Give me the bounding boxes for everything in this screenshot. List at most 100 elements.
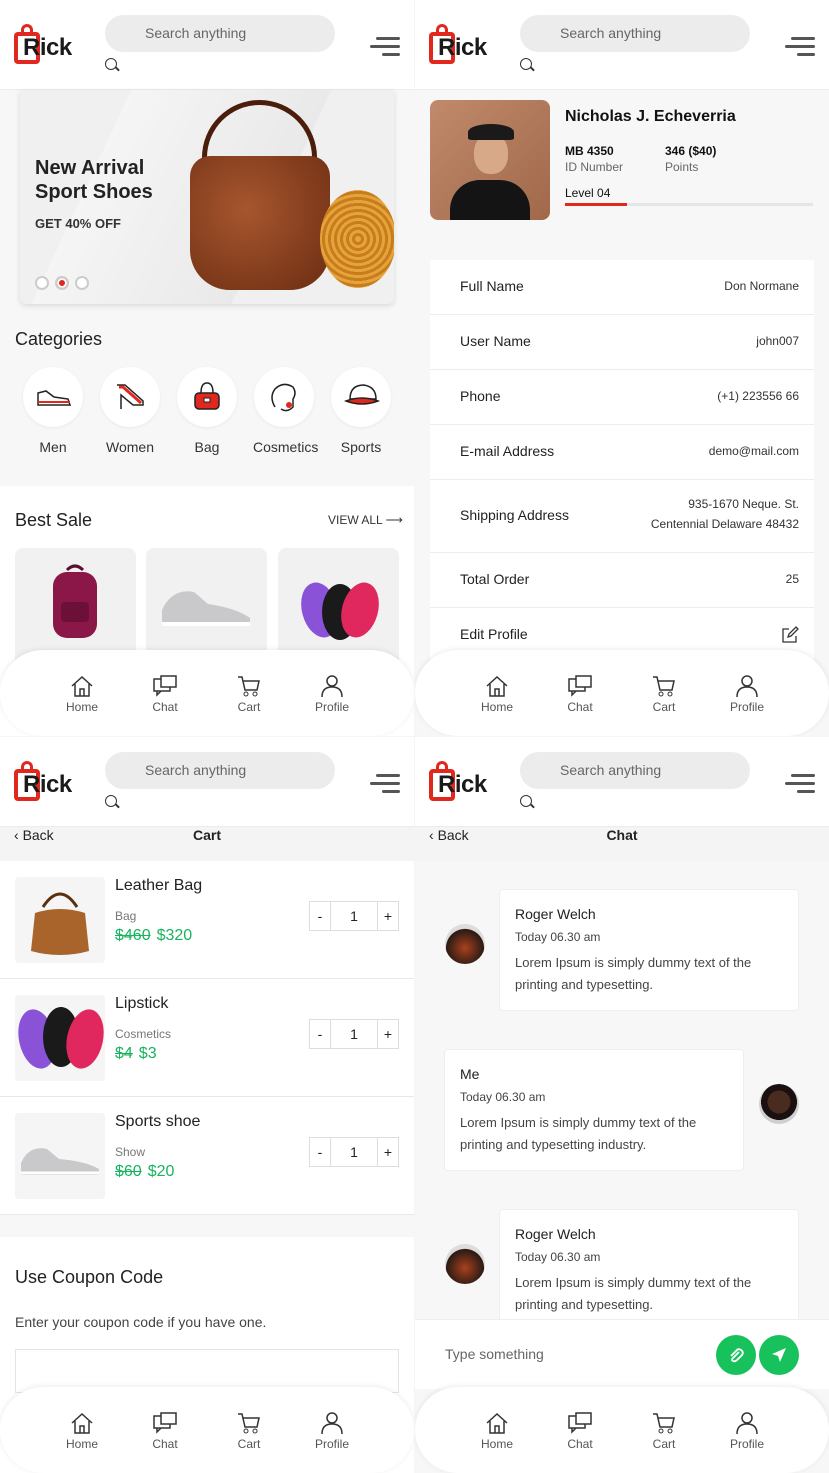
quantity-value[interactable]: 1 [330,1138,378,1166]
hamburger-menu-icon[interactable] [370,37,400,57]
profile-row-email: E-mail Address demo@mail.com [430,425,814,480]
category-men[interactable]: Men [22,367,84,455]
nav-cart[interactable]: Cart [639,1411,689,1451]
decrement-button[interactable]: - [310,1138,330,1166]
message-time: Today 06.30 am [515,1250,601,1264]
item-category: Show [115,1145,146,1159]
message-input[interactable]: Type something [445,1346,544,1362]
nav-profile[interactable]: Profile [722,674,772,714]
nav-profile[interactable]: Profile [307,674,357,714]
nav-home[interactable]: Home [57,1411,107,1451]
search-icon[interactable] [105,58,117,70]
quantity-value[interactable]: 1 [330,902,378,930]
category-cosmetics[interactable]: Cosmetics [253,367,319,455]
carousel-dot-active[interactable] [55,276,69,290]
screens-grid: Rick Search anything New Arrival Sport S… [0,0,829,1473]
sender-name: Roger Welch [515,906,596,922]
search-icon[interactable] [520,795,532,807]
nav-home[interactable]: Home [57,674,107,714]
id-number-stat: MB 4350 ID Number [565,144,624,174]
edit-icon[interactable] [781,626,799,644]
profile-screen: Rick Search anything Nicholas J. Echever… [415,0,829,736]
shoe-icon [23,367,83,427]
page-title: Cart [192,827,221,843]
message-text: Lorem Ipsum is simply dummy text of the … [515,955,752,992]
best-sale-title: Best Sale [15,510,93,530]
search-input[interactable]: Search anything [105,752,335,789]
search-input[interactable]: Search anything [105,15,335,52]
attach-button[interactable] [716,1335,756,1375]
nav-home[interactable]: Home [472,674,522,714]
logo[interactable]: Rick [429,24,489,68]
cart-screen: Rick Search anything ‹ Back Cart Leather… [0,737,414,1473]
backpack-image [53,564,97,638]
item-price: $460 $320 [115,927,193,944]
quantity-value[interactable]: 1 [330,1020,378,1048]
points-stat: 346 ($40) Points [665,144,717,174]
message-text: Lorem Ipsum is simply dummy text of the … [460,1115,697,1152]
cart-icon [653,676,675,697]
search-input[interactable]: Search anything [520,15,750,52]
banner-subtitle: GET 40% OFF [35,216,121,231]
nav-label: Home [480,700,513,714]
bottom-nav: Home Chat Cart Profile [0,650,414,736]
level-label: Level 04 [565,186,611,200]
category-women[interactable]: Women [99,367,161,455]
nav-label: Cart [652,700,676,714]
logo[interactable]: Rick [429,761,489,805]
avatar [759,1084,799,1124]
send-button[interactable] [759,1335,799,1375]
nav-profile[interactable]: Profile [722,1411,772,1451]
search-icon[interactable] [105,795,117,807]
straw-bag-image [320,190,394,288]
profile-avatar [430,100,550,220]
app-header: Rick Search anything [0,737,414,827]
nav-cart[interactable]: Cart [224,674,274,714]
decrement-button[interactable]: - [310,1020,330,1048]
carousel-dot[interactable] [35,276,49,290]
search-input[interactable]: Search anything [520,752,750,789]
level-progress-fill [565,203,627,206]
nav-chat[interactable]: Chat [555,674,605,714]
nav-cart[interactable]: Cart [224,1411,274,1451]
carousel-dot[interactable] [75,276,89,290]
hamburger-menu-icon[interactable] [785,37,815,57]
face-icon [254,367,314,427]
nav-chat[interactable]: Chat [555,1411,605,1451]
sports-shoe-thumb [15,1113,105,1199]
nav-home[interactable]: Home [472,1411,522,1451]
home-screen: Rick Search anything New Arrival Sport S… [0,0,414,736]
increment-button[interactable]: + [378,902,398,930]
view-all-link[interactable]: VIEW ALL ⟶ [328,513,403,527]
user-icon [736,675,758,698]
search-icon[interactable] [520,58,532,70]
sponges-image [301,582,379,640]
hamburger-menu-icon[interactable] [370,774,400,794]
logo[interactable]: Rick [14,761,74,805]
logo-text: Rick [438,771,487,798]
profile-row-shipping-address: Shipping Address 935-1670 Neque. St. Cente… [430,480,814,553]
message-time: Today 06.30 am [460,1090,546,1104]
hamburger-menu-icon[interactable] [785,774,815,794]
user-icon [321,1412,343,1435]
nav-profile[interactable]: Profile [307,1411,357,1451]
nav-chat[interactable]: Chat [140,674,190,714]
category-sports[interactable]: Sports [330,367,392,455]
nav-label: Profile [314,700,349,714]
leather-bag-thumb [15,877,105,963]
decrement-button[interactable]: - [310,902,330,930]
promo-banner[interactable]: New Arrival Sport Shoes GET 40% OFF [20,90,394,304]
category-bag[interactable]: Bag [176,367,238,455]
nav-chat[interactable]: Chat [140,1411,190,1451]
increment-button[interactable]: + [378,1020,398,1048]
nav-label: Home [480,1437,513,1451]
sender-name: Me [460,1066,480,1082]
item-category: Cosmetics [115,1027,172,1041]
increment-button[interactable]: + [378,1138,398,1166]
item-name: Lipstick [115,995,169,1012]
nav-cart[interactable]: Cart [639,674,689,714]
logo[interactable]: Rick [14,24,74,68]
category-label: Cosmetics [253,439,319,455]
app-header: Rick Search anything [415,737,829,827]
message-composer: Type something [415,1319,829,1389]
